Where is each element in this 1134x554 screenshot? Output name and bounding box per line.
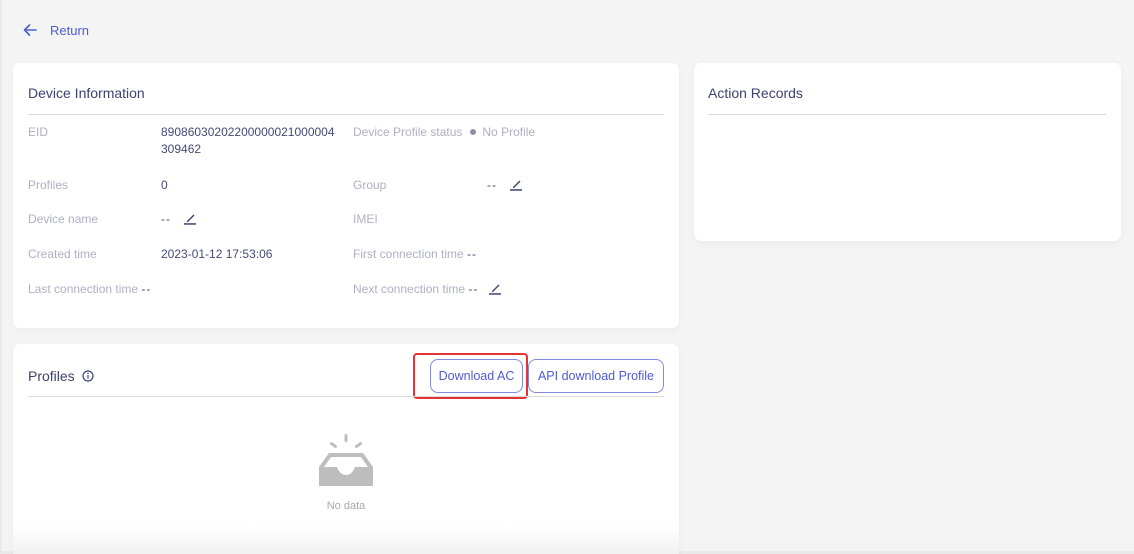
download-ac-button[interactable]: Download AC <box>430 359 523 393</box>
edit-group-icon[interactable] <box>509 177 523 191</box>
profiles-label: Profiles <box>28 178 69 192</box>
profiles-card: Profiles Download AC API download Profil… <box>13 344 679 554</box>
profiles-value: 0 <box>161 178 168 192</box>
divider <box>708 114 1106 115</box>
edit-next-connection-icon[interactable] <box>488 281 502 295</box>
eid-label: EID <box>28 125 49 139</box>
api-download-profile-button[interactable]: API download Profile <box>528 359 664 393</box>
edit-device-name-icon[interactable] <box>183 211 197 225</box>
divider <box>28 396 664 397</box>
device-name-label: Device name <box>28 212 99 226</box>
empty-text: No data <box>326 500 366 512</box>
imei-label: IMEI <box>353 212 378 226</box>
empty-inbox-icon <box>319 434 373 486</box>
created-time-value: 2023-01-12 17:53:06 <box>161 247 273 261</box>
device-profile-status-value: No Profile <box>482 125 536 139</box>
last-connection-value: -- <box>141 282 152 296</box>
group-field: -- <box>487 177 523 194</box>
action-records-card: Action Records <box>694 63 1121 241</box>
group-value: -- <box>487 178 497 192</box>
action-records-title: Action Records <box>708 85 803 101</box>
first-connection-label: First connection time <box>353 247 464 261</box>
page-frame-left <box>0 0 2 554</box>
profiles-title: Profiles <box>28 368 75 384</box>
device-profile-status: Device Profile status No Profile <box>353 124 535 141</box>
last-connection-field: Last connection time -- <box>28 281 151 298</box>
return-link[interactable]: Return <box>22 22 89 38</box>
created-time-label: Created time <box>28 247 97 261</box>
bottom-fade <box>13 526 679 554</box>
next-connection-field: Next connection time -- <box>353 281 502 298</box>
profiles-title-row: Profiles <box>28 368 94 384</box>
group-label: Group <box>353 178 387 192</box>
return-label: Return <box>50 22 90 38</box>
device-profile-status-label: Device Profile status <box>353 125 463 139</box>
empty-state: No data <box>13 434 679 512</box>
device-name-field: -- <box>161 211 197 228</box>
last-connection-label: Last connection time <box>28 282 139 296</box>
divider <box>28 114 664 115</box>
eid-value: 89086030202200000021000004309462 <box>161 125 335 156</box>
next-connection-value: -- <box>468 282 479 296</box>
status-dot-icon <box>470 129 477 136</box>
next-connection-label: Next connection time <box>353 282 466 296</box>
arrow-left-icon <box>23 24 37 36</box>
device-name-value: -- <box>161 212 171 226</box>
device-information-card: Device Information EID 89086030202200000… <box>13 63 679 328</box>
info-icon[interactable] <box>82 370 94 382</box>
first-connection-field: First connection time -- <box>353 246 477 263</box>
first-connection-value: -- <box>467 247 478 261</box>
device-information-title: Device Information <box>28 85 145 101</box>
